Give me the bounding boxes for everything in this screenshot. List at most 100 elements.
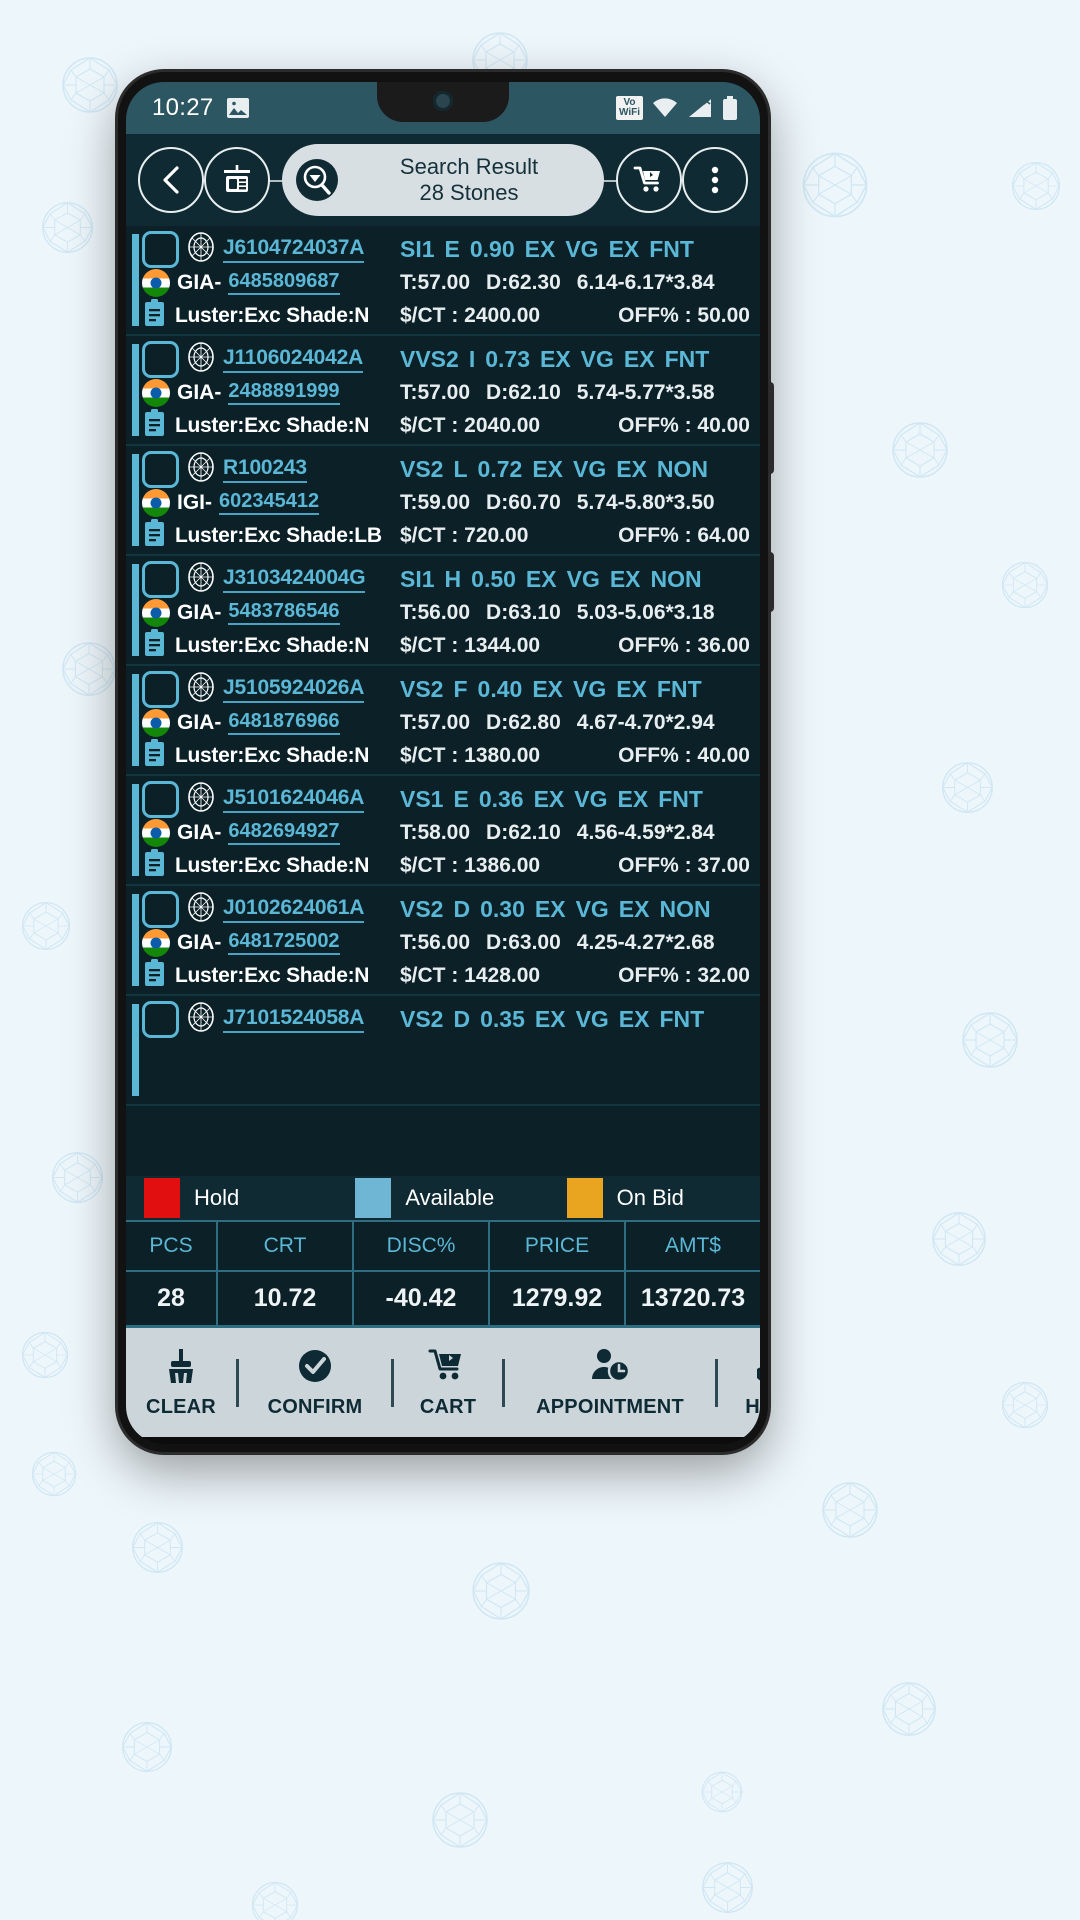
confirm-label: CONFIRM [267,1395,363,1418]
search-subtitle: 28 Stones [419,180,519,205]
stone-id[interactable]: J6104724037A [223,236,364,263]
discount-pct: OFF% : 37.00 [618,853,750,877]
stone-id[interactable]: J5105924026A [223,676,364,703]
table-row[interactable]: J5105924026A GIA- 6481876966 Luster:Exc … [126,666,760,776]
clarity: VS2 [400,1006,444,1032]
polish-grade: VG [575,1006,609,1032]
price-per-carat: $/CT : 2040.00 [400,413,541,437]
fluorescence: FNT [649,236,694,262]
table-row[interactable]: R100243 IGI- 602345412 Luster:Exc Shade:… [126,446,760,556]
appointment-button[interactable]: APPOINTMENT [505,1347,715,1419]
table-row[interactable]: J7101524058A VS2 D 0.35 EX VG EX FNT [126,996,760,1106]
discount-pct: OFF% : 32.00 [618,963,750,987]
decorative-diamond-icon [60,640,118,698]
row-left-column: J5101624046A GIA- 6482694927 Luster:Exc … [142,781,392,878]
stone-id[interactable]: J0102624061A [223,896,364,923]
color-grade: E [453,786,469,812]
symmetry-grade: EX [618,896,650,922]
table-row[interactable]: J0102624061A GIA- 6481725002 Luster:Exc … [126,886,760,996]
table-row[interactable]: J6104724037A GIA- 6485809687 Luster:Exc … [126,226,760,336]
measurements: 4.25-4.27*2.68 [576,930,715,954]
color-grade: D [453,896,471,922]
luster-shade: Luster:Exc Shade:N [175,963,370,987]
cut-grade: EX [539,346,571,372]
table-row[interactable]: J1106024042A GIA- 2488891999 Luster:Exc … [126,336,760,446]
cart-icon [633,166,660,192]
toolbar-divider [715,1358,718,1407]
table-row[interactable]: J5101624046A GIA- 6482694927 Luster:Exc … [126,776,760,886]
decorative-diamond-icon [800,150,870,220]
lab-report-number[interactable]: 6481725002 [228,930,340,955]
diamond-icon [186,231,216,268]
luster-shade: Luster:Exc Shade:N [175,303,370,327]
row-status-bar [132,1004,139,1096]
decorative-diamond-icon [130,1520,185,1575]
stone-id[interactable]: J1106024042A [223,346,363,373]
lab-report-number[interactable]: 5483786546 [228,600,340,625]
measurements: 5.74-5.80*3.50 [576,490,715,514]
row-checkbox[interactable] [142,451,179,488]
discount-pct: OFF% : 36.00 [618,633,750,657]
decorative-diamond-icon [60,55,120,115]
summary-header-disc: DISC% [354,1222,490,1270]
measurements: 6.14-6.17*3.84 [576,270,715,294]
luster-shade: Luster:Exc Shade:LB [175,523,382,547]
color-grade: L [453,456,468,482]
diamond-icon [186,781,216,818]
price-per-carat: $/CT : 1428.00 [400,963,541,987]
cut-grade: EX [534,1006,566,1032]
lab-name: GIA- [177,270,222,294]
lab-report-number[interactable]: 602345412 [219,490,320,515]
row-checkbox[interactable] [142,891,179,928]
decorative-diamond-icon [1000,1380,1050,1430]
measurements: 4.56-4.59*2.84 [576,820,715,844]
stone-id[interactable]: J3103424004G [223,566,366,593]
appointment-label: APPOINTMENT [536,1395,684,1418]
lab-report-number[interactable]: 6482694927 [228,820,340,845]
price-per-carat: $/CT : 1344.00 [400,633,541,657]
stone-id[interactable]: J7101524058A [223,1006,364,1033]
legend-label: On Bid [616,1185,684,1210]
list-view-button[interactable] [204,147,270,213]
decorative-diamond-icon [700,1860,755,1915]
carat: 0.35 [480,1006,525,1032]
lab-report-number[interactable]: 2488891999 [228,380,340,405]
summary-header-crt: CRT [218,1222,354,1270]
clear-button[interactable]: CLEAR [126,1347,236,1419]
row-checkbox[interactable] [142,781,179,818]
table-row[interactable]: J3103424004G GIA- 5483786546 Luster:Exc … [126,556,760,666]
decorative-diamond-icon [960,1010,1020,1070]
row-status-bar [132,344,139,436]
lab-report-number[interactable]: 6485809687 [228,270,340,295]
summary-header-price: PRICE [490,1222,626,1270]
status-bar-right: Vo WiFi [615,96,738,120]
measurements: 4.67-4.70*2.94 [576,710,715,734]
luster-shade: Luster:Exc Shade:N [175,853,370,877]
color-grade: H [444,566,462,592]
fluorescence: FNT [659,1006,705,1032]
fluorescence: NON [656,456,709,482]
fluorescence: FNT [658,786,703,812]
search-result-pill[interactable]: Search Result 28 Stones [282,144,604,216]
cut-grade: EX [533,786,565,812]
toolbar-divider [391,1358,394,1407]
confirm-button[interactable]: CONFIRM [239,1347,391,1419]
more-options-button[interactable] [682,147,748,213]
available-color-swatch [355,1178,392,1218]
row-checkbox[interactable] [142,231,179,268]
stone-list[interactable]: J6104724037A GIA- 6485809687 Luster:Exc … [126,226,760,1176]
row-checkbox[interactable] [142,1001,179,1038]
table-pct: T:57.00 [400,380,471,404]
stone-id[interactable]: R100243 [223,456,307,483]
row-checkbox[interactable] [142,341,179,378]
stone-id[interactable]: J5101624046A [223,786,364,813]
carat: 0.72 [477,456,523,482]
row-checkbox[interactable] [142,561,179,598]
back-button[interactable] [138,147,204,213]
lab-report-number[interactable]: 6481876966 [228,710,340,735]
cart-button[interactable] [616,147,682,213]
cart-button-bottom[interactable]: CART [394,1347,502,1419]
luster-shade: Luster:Exc Shade:N [175,743,370,767]
hold-button[interactable]: HOLD [718,1347,760,1419]
row-checkbox[interactable] [142,671,179,708]
